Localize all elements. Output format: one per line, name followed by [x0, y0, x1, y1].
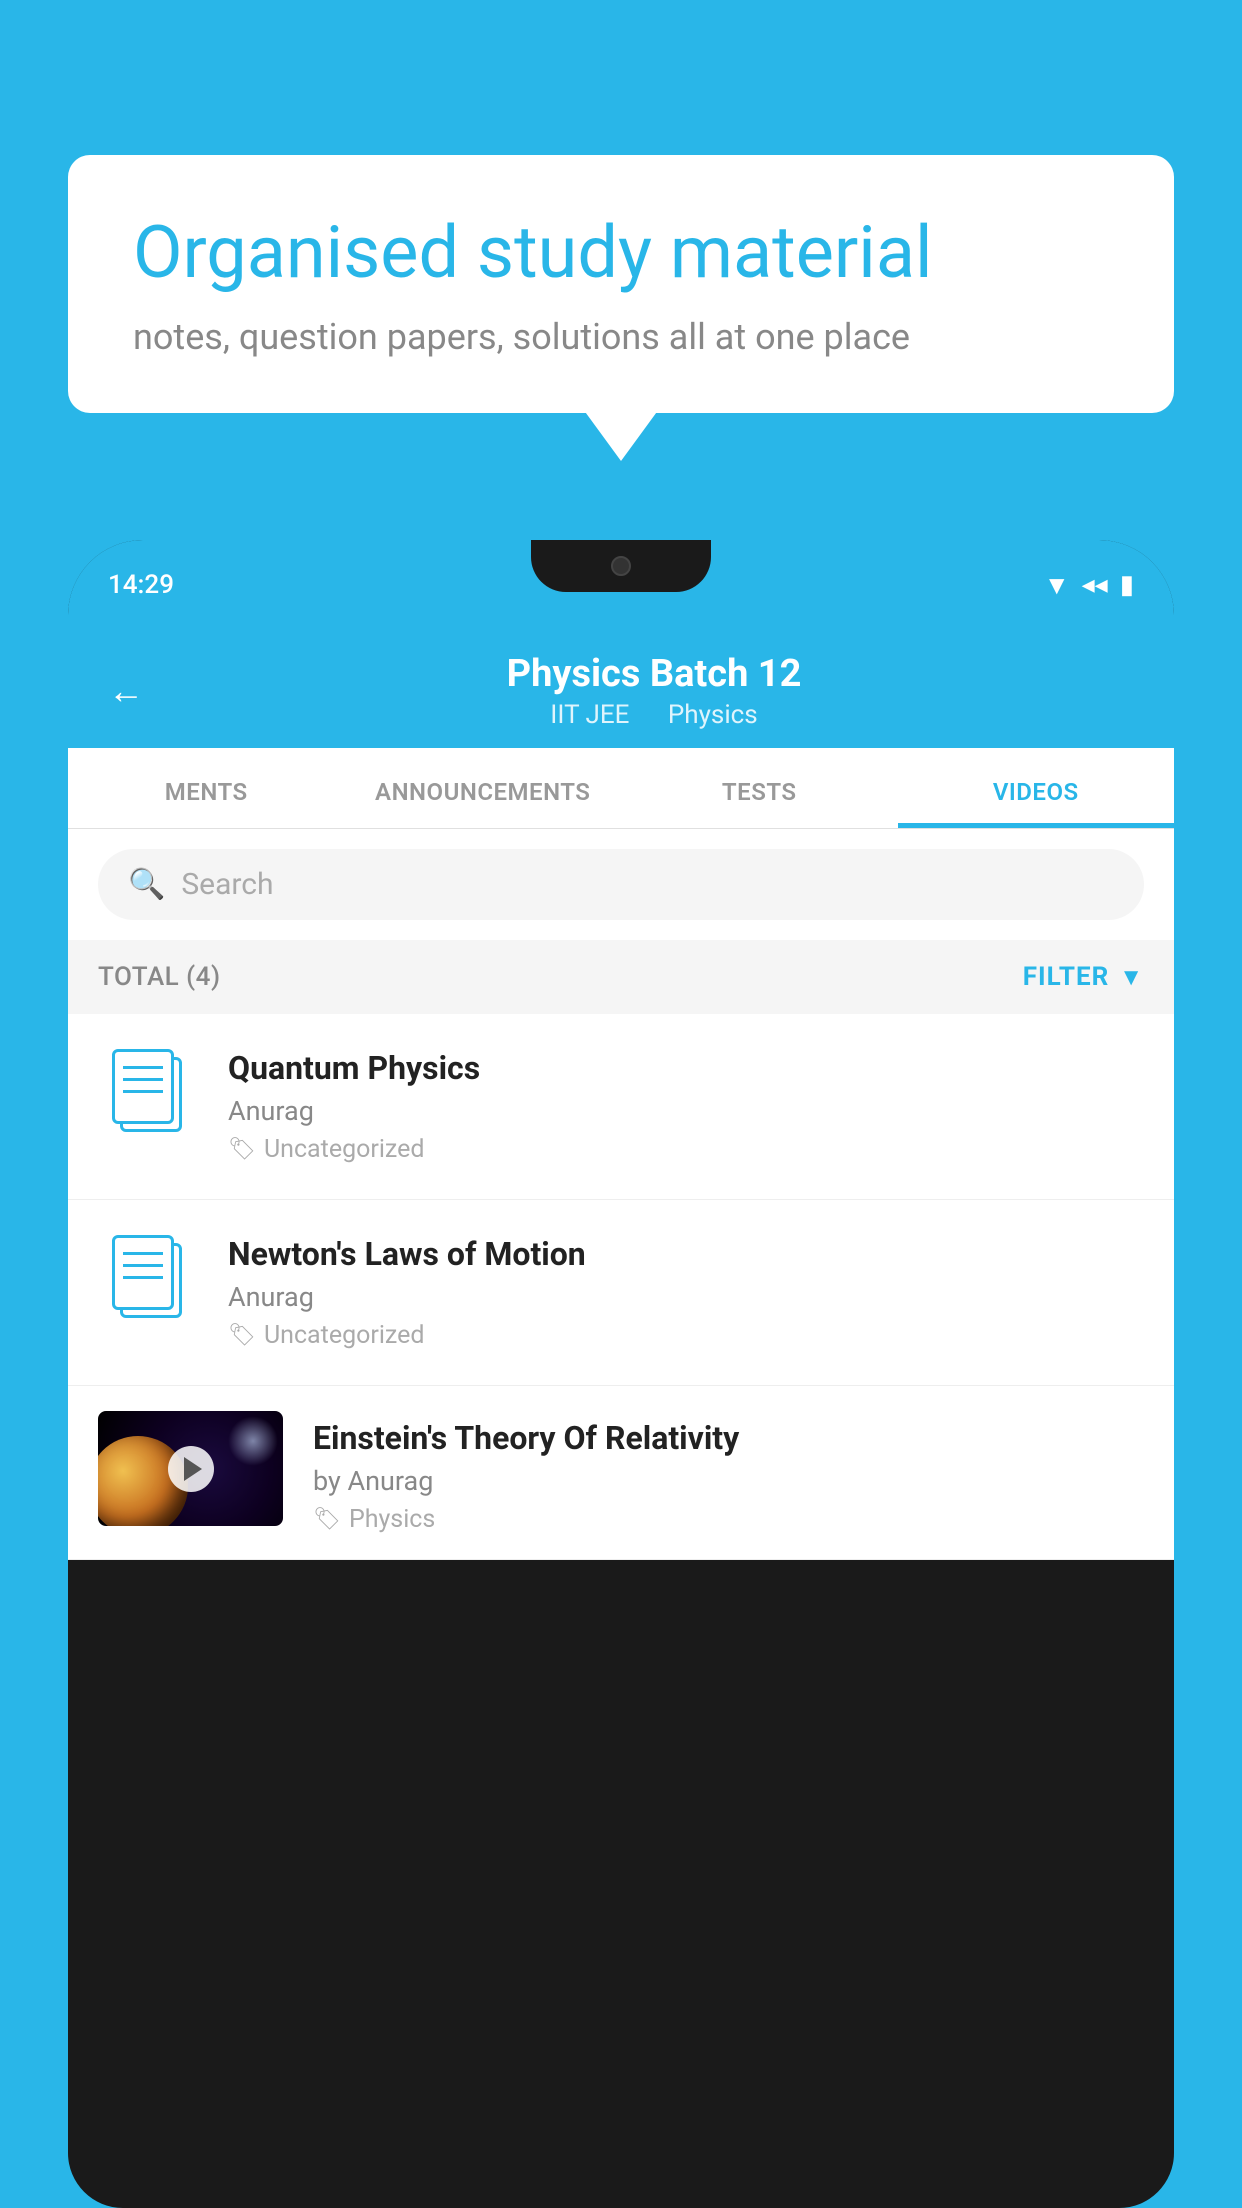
search-bar[interactable]: 🔍 Search	[98, 849, 1144, 920]
tag-icon: 🏷	[228, 1323, 256, 1348]
header-subtitle: IIT JEE Physics	[174, 700, 1134, 730]
play-button[interactable]	[168, 1446, 214, 1492]
tag-label: Uncategorized	[264, 1135, 425, 1164]
camera-dot	[611, 556, 631, 576]
item-title: Newton's Laws of Motion	[228, 1235, 1144, 1273]
speech-bubble: Organised study material notes, question…	[68, 155, 1174, 413]
battery-icon: ▮	[1120, 570, 1134, 600]
search-placeholder: Search	[181, 867, 273, 902]
phone-frame: 14:29 ▼ ◂◂ ▮ ← Physics Batch 12 IIT JEE …	[68, 540, 1174, 2208]
header-subtitle-part2: Physics	[668, 700, 758, 730]
item-thumbnail-placeholder	[98, 1049, 198, 1134]
document-icon	[112, 1049, 184, 1134]
item-title: Einstein's Theory Of Relativity	[313, 1419, 1144, 1457]
search-bar-container: 🔍 Search	[68, 829, 1174, 940]
speech-bubble-container: Organised study material notes, question…	[68, 155, 1174, 413]
item-info: Quantum Physics Anurag 🏷 Uncategorized	[228, 1049, 1144, 1164]
filter-label: FILTER	[1023, 962, 1109, 992]
item-title: Quantum Physics	[228, 1049, 1144, 1087]
search-icon: 🔍	[128, 867, 165, 902]
filter-button[interactable]: FILTER ▼	[1023, 962, 1144, 992]
bubble-title: Organised study material	[133, 210, 1109, 296]
item-tag: 🏷 Physics	[313, 1505, 1144, 1534]
list-item[interactable]: Quantum Physics Anurag 🏷 Uncategorized	[68, 1014, 1174, 1200]
item-thumbnail-placeholder	[98, 1235, 198, 1320]
tag-label: Uncategorized	[264, 1321, 425, 1350]
tab-ments[interactable]: MENTS	[68, 748, 345, 828]
tab-tests[interactable]: TESTS	[621, 748, 898, 828]
item-tag: 🏷 Uncategorized	[228, 1321, 1144, 1350]
item-info: Newton's Laws of Motion Anurag 🏷 Uncateg…	[228, 1235, 1144, 1350]
tab-videos[interactable]: VIDEOS	[898, 748, 1175, 828]
status-bar: 14:29 ▼ ◂◂ ▮	[68, 540, 1174, 630]
glow-graphic	[228, 1416, 278, 1466]
app-header: ← Physics Batch 12 IIT JEE Physics	[68, 630, 1174, 748]
tabs-bar: MENTS ANNOUNCEMENTS TESTS VIDEOS	[68, 748, 1174, 829]
item-author: by Anurag	[313, 1465, 1144, 1497]
bubble-subtitle: notes, question papers, solutions all at…	[133, 316, 1109, 358]
item-author: Anurag	[228, 1095, 1144, 1127]
list-item[interactable]: Newton's Laws of Motion Anurag 🏷 Uncateg…	[68, 1200, 1174, 1386]
document-icon	[112, 1235, 184, 1320]
video-list: Quantum Physics Anurag 🏷 Uncategorized N…	[68, 1014, 1174, 1560]
signal-icon: ◂◂	[1082, 570, 1108, 600]
status-time: 14:29	[108, 570, 174, 600]
header-subtitle-part1: IIT JEE	[550, 700, 629, 730]
item-author: Anurag	[228, 1281, 1144, 1313]
doc-icon-front	[112, 1235, 174, 1310]
doc-icon-front	[112, 1049, 174, 1124]
item-tag: 🏷 Uncategorized	[228, 1135, 1144, 1164]
total-count: TOTAL (4)	[98, 962, 221, 992]
tab-announcements[interactable]: ANNOUNCEMENTS	[345, 748, 622, 828]
status-icons: ▼ ◂◂ ▮	[1044, 570, 1134, 601]
list-item[interactable]: Einstein's Theory Of Relativity by Anura…	[68, 1386, 1174, 1560]
back-button[interactable]: ←	[108, 670, 144, 712]
play-icon	[184, 1457, 202, 1481]
header-title-block: Physics Batch 12 IIT JEE Physics	[174, 652, 1134, 730]
item-thumbnail	[98, 1411, 283, 1526]
item-info: Einstein's Theory Of Relativity by Anura…	[313, 1411, 1144, 1534]
tag-icon: 🏷	[228, 1137, 256, 1162]
wifi-icon: ▼	[1044, 570, 1070, 601]
filter-row: TOTAL (4) FILTER ▼	[68, 940, 1174, 1014]
tag-label: Physics	[349, 1505, 435, 1534]
tag-icon: 🏷	[313, 1507, 341, 1532]
notch	[531, 540, 711, 592]
header-title: Physics Batch 12	[174, 652, 1134, 696]
filter-icon: ▼	[1119, 963, 1144, 992]
